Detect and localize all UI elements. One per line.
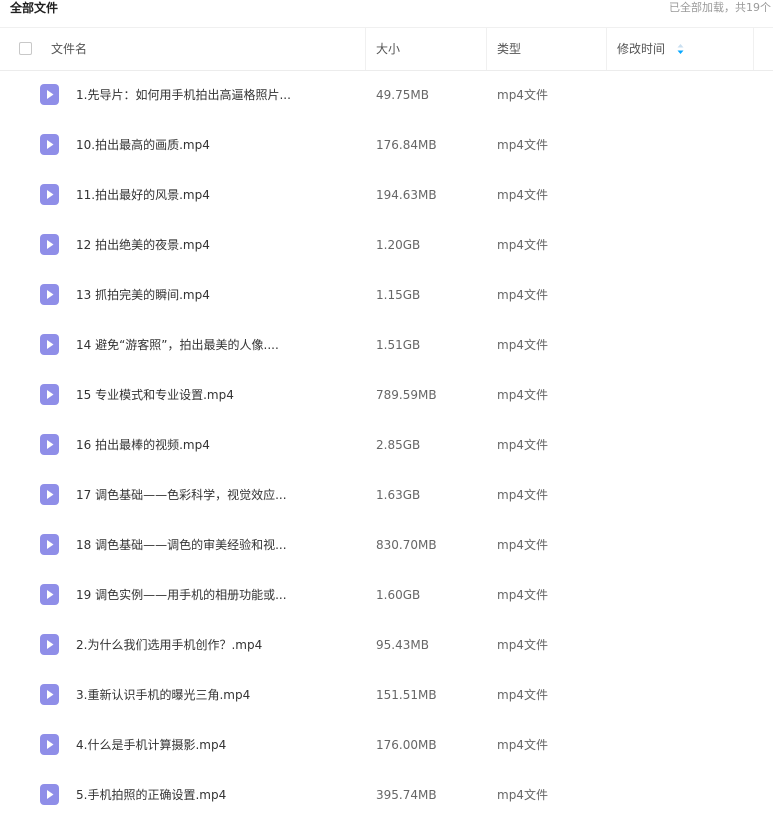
file-size: 1.20GB xyxy=(376,238,421,252)
file-size: 194.63MB xyxy=(376,188,437,202)
file-name[interactable]: 12 拍出绝美的夜景.mp4 xyxy=(76,220,210,270)
video-file-icon xyxy=(40,84,59,105)
page-title: 全部文件 xyxy=(10,1,59,15)
file-row[interactable]: 2.为什么我们选用手机创作？.mp4 95.43MB mp4文件 xyxy=(0,620,773,670)
file-type: mp4文件 xyxy=(497,688,548,702)
video-file-icon xyxy=(40,734,59,755)
file-size: 151.51MB xyxy=(376,688,437,702)
file-row[interactable]: 10.拍出最高的画质.mp4 176.84MB mp4文件 xyxy=(0,120,773,170)
file-name[interactable]: 5.手机拍照的正确设置.mp4 xyxy=(76,770,226,820)
file-size: 176.00MB xyxy=(376,738,437,752)
video-file-icon xyxy=(40,284,59,305)
file-size: 1.63GB xyxy=(376,488,421,502)
select-all-checkbox[interactable] xyxy=(19,42,32,55)
file-name[interactable]: 15 专业模式和专业设置.mp4 xyxy=(76,370,234,420)
column-header-modified[interactable]: 修改时间 xyxy=(617,28,665,70)
column-divider[interactable] xyxy=(486,28,487,70)
file-name[interactable]: 14 避免“游客照”，拍出最美的人像.... xyxy=(76,320,279,370)
file-type: mp4文件 xyxy=(497,388,548,402)
file-row[interactable]: 18 调色基础——调色的审美经验和视... 830.70MB mp4文件 xyxy=(0,520,773,570)
column-header-type[interactable]: 类型 xyxy=(497,28,521,70)
column-divider[interactable] xyxy=(753,28,754,70)
file-row[interactable]: 4.什么是手机计算摄影.mp4 176.00MB mp4文件 xyxy=(0,720,773,770)
file-name[interactable]: 19 调色实例——用手机的相册功能或... xyxy=(76,570,287,620)
column-divider[interactable] xyxy=(606,28,607,70)
file-size: 95.43MB xyxy=(376,638,429,652)
file-type: mp4文件 xyxy=(497,788,548,802)
video-file-icon xyxy=(40,484,59,505)
file-size: 1.51GB xyxy=(376,338,421,352)
file-size: 1.15GB xyxy=(376,288,421,302)
video-file-icon xyxy=(40,634,59,655)
file-row[interactable]: 13 抓拍完美的瞬间.mp4 1.15GB mp4文件 xyxy=(0,270,773,320)
file-type: mp4文件 xyxy=(497,438,548,452)
file-name[interactable]: 16 拍出最棒的视频.mp4 xyxy=(76,420,210,470)
video-file-icon xyxy=(40,584,59,605)
file-row[interactable]: 17 调色基础——色彩科学，视觉效应... 1.63GB mp4文件 xyxy=(0,470,773,520)
column-header-name[interactable]: 文件名 xyxy=(51,28,87,70)
file-type: mp4文件 xyxy=(497,88,548,102)
file-row[interactable]: 19 调色实例——用手机的相册功能或... 1.60GB mp4文件 xyxy=(0,570,773,620)
file-row[interactable]: 15 专业模式和专业设置.mp4 789.59MB mp4文件 xyxy=(0,370,773,420)
video-file-icon xyxy=(40,134,59,155)
video-file-icon xyxy=(40,334,59,355)
file-row[interactable]: 1.先导片：如何用手机拍出高逼格照片... 49.75MB mp4文件 xyxy=(0,70,773,120)
file-size: 395.74MB xyxy=(376,788,437,802)
video-file-icon xyxy=(40,684,59,705)
file-size: 2.85GB xyxy=(376,438,421,452)
table-header: 文件名 大小 类型 修改时间 xyxy=(0,27,773,71)
file-name[interactable]: 10.拍出最高的画质.mp4 xyxy=(76,120,210,170)
file-row[interactable]: 11.拍出最好的风景.mp4 194.63MB mp4文件 xyxy=(0,170,773,220)
file-name[interactable]: 18 调色基础——调色的审美经验和视... xyxy=(76,520,287,570)
file-type: mp4文件 xyxy=(497,488,548,502)
file-size: 176.84MB xyxy=(376,138,437,152)
file-name[interactable]: 13 抓拍完美的瞬间.mp4 xyxy=(76,270,210,320)
file-size: 49.75MB xyxy=(376,88,429,102)
file-row[interactable]: 14 避免“游客照”，拍出最美的人像.... 1.51GB mp4文件 xyxy=(0,320,773,370)
file-type: mp4文件 xyxy=(497,188,548,202)
file-size: 1.60GB xyxy=(376,588,421,602)
file-name[interactable]: 2.为什么我们选用手机创作？.mp4 xyxy=(76,620,262,670)
video-file-icon xyxy=(40,384,59,405)
file-type: mp4文件 xyxy=(497,738,548,752)
file-name[interactable]: 3.重新认识手机的曝光三角.mp4 xyxy=(76,670,250,720)
file-name[interactable]: 4.什么是手机计算摄影.mp4 xyxy=(76,720,226,770)
file-type: mp4文件 xyxy=(497,338,548,352)
file-name[interactable]: 17 调色基础——色彩科学，视觉效应... xyxy=(76,470,287,520)
file-name[interactable]: 1.先导片：如何用手机拍出高逼格照片... xyxy=(76,70,291,120)
file-row[interactable]: 12 拍出绝美的夜景.mp4 1.20GB mp4文件 xyxy=(0,220,773,270)
file-size: 830.70MB xyxy=(376,538,437,552)
file-type: mp4文件 xyxy=(497,238,548,252)
file-row[interactable]: 5.手机拍照的正确设置.mp4 395.74MB mp4文件 xyxy=(0,770,773,820)
top-bar: 全部文件 已全部加载，共19个 xyxy=(0,0,773,18)
file-row[interactable]: 16 拍出最棒的视频.mp4 2.85GB mp4文件 xyxy=(0,420,773,470)
video-file-icon xyxy=(40,234,59,255)
file-type: mp4文件 xyxy=(497,588,548,602)
column-divider[interactable] xyxy=(365,28,366,70)
file-name[interactable]: 11.拍出最好的风景.mp4 xyxy=(76,170,210,220)
file-type: mp4文件 xyxy=(497,288,548,302)
file-type: mp4文件 xyxy=(497,638,548,652)
sort-arrow-icon[interactable] xyxy=(677,28,684,70)
video-file-icon xyxy=(40,784,59,805)
video-file-icon xyxy=(40,184,59,205)
file-type: mp4文件 xyxy=(497,138,548,152)
load-status: 已全部加载，共19个 xyxy=(669,1,771,14)
video-file-icon xyxy=(40,434,59,455)
file-size: 789.59MB xyxy=(376,388,437,402)
column-header-size[interactable]: 大小 xyxy=(376,28,400,70)
file-type: mp4文件 xyxy=(497,538,548,552)
file-row[interactable]: 3.重新认识手机的曝光三角.mp4 151.51MB mp4文件 xyxy=(0,670,773,720)
video-file-icon xyxy=(40,534,59,555)
